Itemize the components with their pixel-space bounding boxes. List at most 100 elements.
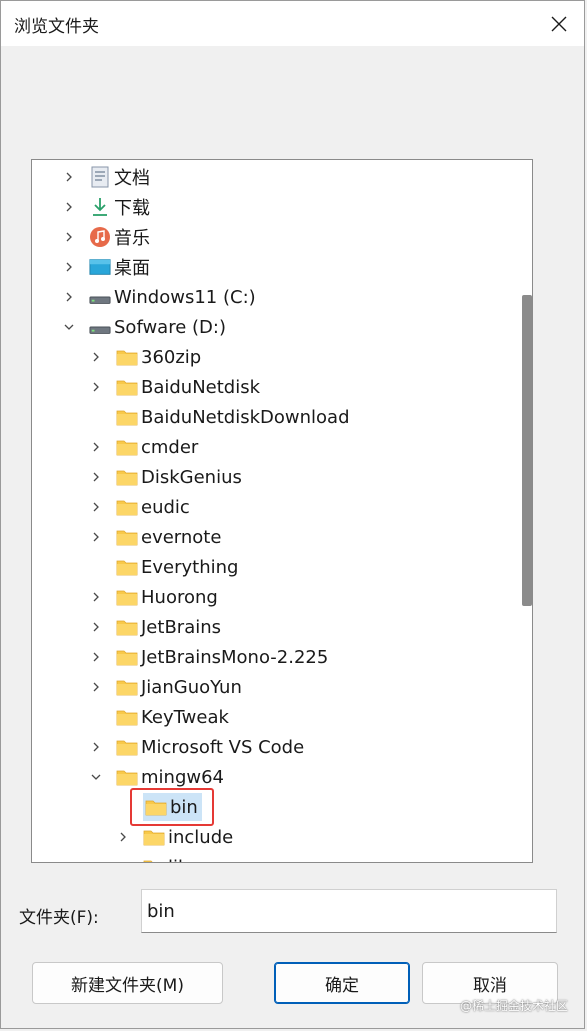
chevron-right-icon[interactable] (89, 350, 103, 364)
tree-item[interactable]: BaiduNetdiskDownload (89, 402, 350, 432)
tree-item[interactable]: JetBrainsMono-2.225 (89, 642, 328, 672)
chevron-right-icon[interactable] (89, 680, 103, 694)
close-button[interactable] (534, 1, 584, 46)
tree-item-content[interactable]: include (143, 827, 233, 848)
chevron-right-icon[interactable] (116, 830, 130, 844)
tree-item-content[interactable]: Sofware (D:) (89, 317, 226, 338)
tree-item-content[interactable]: JetBrains (116, 617, 221, 638)
tree-item-label: JetBrainsMono-2.225 (141, 646, 329, 668)
tree-item-content[interactable]: BaiduNetdiskDownload (116, 407, 350, 428)
chevron-down-icon[interactable] (89, 770, 103, 784)
chevron-right-icon[interactable] (89, 500, 103, 514)
tree-item-label: mingw64 (141, 766, 224, 788)
chevron-right-icon[interactable] (116, 860, 130, 862)
tree-item-content[interactable]: Microsoft VS Code (116, 737, 304, 758)
tree-item-label: evernote (141, 526, 222, 548)
tree-item-label: 桌面 (114, 258, 150, 279)
tree-item[interactable]: JetBrains (89, 612, 221, 642)
tree-item-label: cmder (141, 436, 199, 458)
folder-tree[interactable]: 文档下载音乐桌面 Windows11 (C:) Sofware (D:) 360zip… (31, 159, 533, 863)
tree-item-content[interactable]: 桌面 (89, 254, 150, 280)
tree-item[interactable]: cmder (89, 432, 198, 462)
folder-icon (116, 617, 138, 637)
tree-item-label: Microsoft VS Code (141, 736, 305, 758)
tree-item-content[interactable]: Huorong (116, 587, 218, 608)
tree-item-content[interactable]: 下载 (89, 194, 150, 220)
tree-item-content[interactable]: Windows11 (C:) (89, 287, 256, 308)
tree-item-content[interactable]: KeyTweak (116, 707, 229, 728)
tree-item[interactable]: Sofware (D:) (62, 312, 226, 342)
chevron-right-icon[interactable] (89, 740, 103, 754)
folder-icon (116, 467, 138, 487)
tree-item[interactable]: Microsoft VS Code (89, 732, 304, 762)
folder-icon (143, 857, 165, 862)
tree-item-content[interactable]: DiskGenius (116, 467, 242, 488)
chevron-right-icon[interactable] (89, 590, 103, 604)
chevron-right-icon[interactable] (62, 200, 76, 214)
tree-item[interactable]: eudic (89, 492, 190, 522)
tree-item-label: JetBrains (141, 616, 222, 638)
tree-item-content[interactable]: 音乐 (89, 224, 150, 250)
folder-icon (116, 377, 138, 397)
tree-item[interactable]: Everything (89, 552, 238, 582)
tree-item-content[interactable]: Everything (116, 557, 238, 578)
tree-item-content[interactable]: cmder (116, 437, 198, 458)
music-icon (89, 227, 111, 247)
tree-item-content[interactable]: 360zip (116, 347, 201, 368)
chevron-right-icon[interactable] (62, 170, 76, 184)
tree-item-label: Huorong (141, 586, 218, 608)
tree-item-content[interactable]: mingw64 (116, 767, 224, 788)
chevron-right-icon[interactable] (89, 530, 103, 544)
selection-highlight-box (130, 788, 214, 826)
tree-item-content[interactable]: JianGuoYun (116, 677, 242, 698)
tree-item[interactable]: Windows11 (C:) (62, 282, 256, 312)
scrollbar-thumb[interactable] (522, 295, 532, 606)
tree-item-content[interactable]: evernote (116, 527, 221, 548)
tree-item[interactable]: 文档 (62, 162, 150, 192)
folder-input[interactable] (141, 889, 557, 933)
folder-icon (116, 557, 138, 577)
tree-item[interactable]: 下载 (62, 192, 150, 222)
tree-item-content[interactable]: JetBrainsMono-2.225 (116, 647, 328, 668)
ok-button[interactable]: 确定 (274, 962, 410, 1004)
tree-item[interactable]: DiskGenius (89, 462, 242, 492)
chevron-right-icon[interactable] (89, 380, 103, 394)
tree-item[interactable]: JianGuoYun (89, 672, 242, 702)
tree-item[interactable]: evernote (89, 522, 221, 552)
chevron-right-icon[interactable] (62, 290, 76, 304)
folder-icon (143, 827, 165, 847)
tree-item[interactable]: KeyTweak (89, 702, 229, 732)
tree-item[interactable]: Huorong (89, 582, 218, 612)
tree-item[interactable]: BaiduNetdisk (89, 372, 260, 402)
folder-icon (116, 737, 138, 757)
tree-item[interactable]: 桌面 (62, 252, 150, 282)
title-bar: 浏览文件夹 (1, 1, 584, 46)
chevron-down-icon[interactable] (62, 320, 76, 334)
close-icon (551, 16, 567, 31)
chevron-right-icon[interactable] (89, 650, 103, 664)
folder-field-label: 文件夹(F): (19, 908, 99, 928)
chevron-right-icon[interactable] (62, 260, 76, 274)
folder-icon (116, 677, 138, 697)
tree-item-label: Everything (141, 556, 239, 578)
tree-item-content[interactable]: 文档 (89, 164, 150, 190)
chevron-right-icon[interactable] (89, 620, 103, 634)
tree-item[interactable]: include (116, 822, 233, 852)
tree-item[interactable]: 360zip (89, 342, 201, 372)
chevron-right-icon[interactable] (62, 230, 76, 244)
tree-item-content[interactable]: lib (143, 857, 189, 862)
tree-item-label: KeyTweak (141, 706, 229, 728)
tree-item-content[interactable]: eudic (116, 497, 190, 518)
tree-item[interactable]: lib (116, 852, 189, 862)
tree-item-label: 音乐 (114, 228, 150, 249)
new-folder-button[interactable]: 新建文件夹(M) (32, 962, 223, 1004)
tree-item[interactable]: 音乐 (62, 222, 150, 252)
drive-icon (89, 287, 111, 307)
chevron-right-icon[interactable] (89, 440, 103, 454)
folder-icon (116, 407, 138, 427)
scrollbar-track[interactable] (515, 160, 532, 862)
tree-item-content[interactable]: BaiduNetdisk (116, 377, 260, 398)
chevron-right-icon[interactable] (89, 470, 103, 484)
